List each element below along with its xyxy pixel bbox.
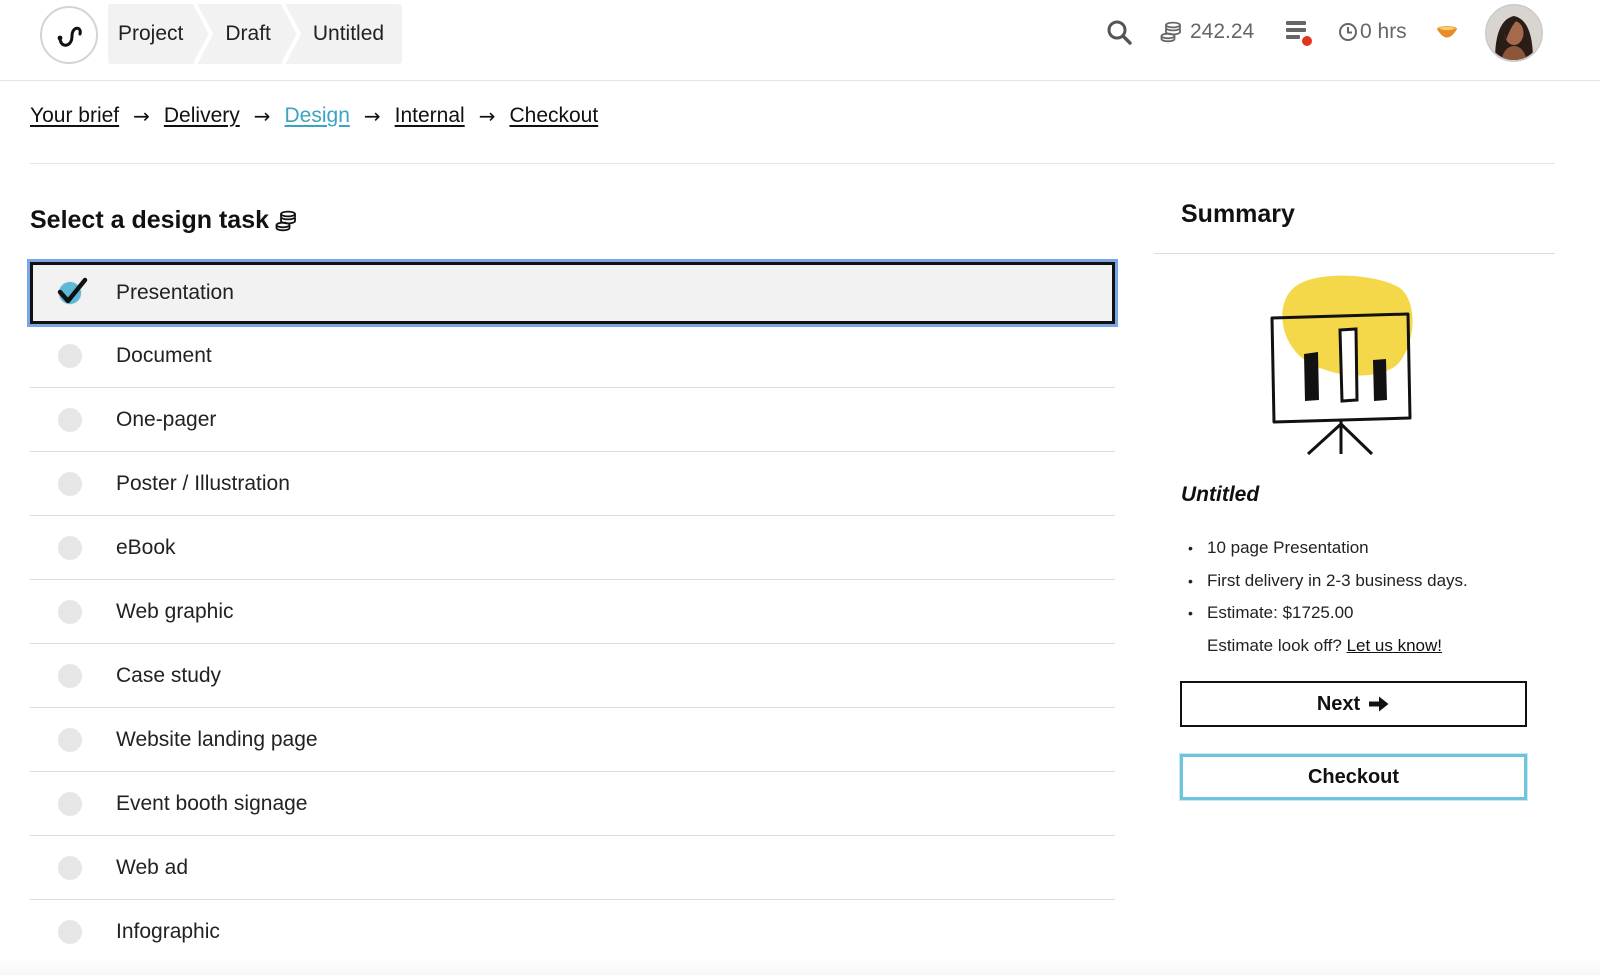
- estimate-feedback-link[interactable]: Let us know!: [1347, 636, 1442, 655]
- step-arrow: →: [253, 104, 271, 128]
- checkout-steps: Your brief → Delivery → Design → Interna…: [30, 104, 598, 128]
- task-queue-button[interactable]: [1284, 0, 1314, 64]
- task-radio[interactable]: [58, 855, 82, 880]
- task-label: eBook: [116, 535, 176, 559]
- coin-stack-icon: [1160, 21, 1181, 43]
- task-radio[interactable]: [58, 471, 82, 496]
- task-option-website-landing-page[interactable]: Website landing page: [30, 708, 1115, 772]
- clock-icon: [1339, 23, 1357, 41]
- task-radio[interactable]: [58, 919, 82, 944]
- breadcrumb-draft[interactable]: Draft: [203, 4, 301, 64]
- rewards-button[interactable]: [1436, 0, 1458, 64]
- breadcrumb-project[interactable]: Project: [108, 4, 214, 64]
- task-label: Web graphic: [116, 599, 234, 623]
- task-option-event-booth-signage[interactable]: Event booth signage: [30, 772, 1115, 836]
- top-header: Project Draft Untitled 242.24 0 hrs: [0, 0, 1600, 81]
- task-option-document[interactable]: Document: [30, 324, 1115, 388]
- task-title-text: Select a design task: [30, 206, 270, 234]
- task-label: Event booth signage: [116, 791, 308, 815]
- breadcrumb-separator: [193, 4, 214, 64]
- checkout-button-label: Checkout: [1307, 765, 1400, 788]
- task-option-case-study[interactable]: Case study: [30, 644, 1115, 708]
- task-label: Web ad: [116, 855, 188, 879]
- breadcrumb-separator: [281, 4, 301, 64]
- task-radio[interactable]: [58, 535, 82, 560]
- task-radio[interactable]: [58, 407, 82, 432]
- hours-value: 0 hrs: [1360, 20, 1407, 43]
- breadcrumb-untitled[interactable]: Untitled: [291, 4, 402, 64]
- summary-title: Summary: [1181, 200, 1295, 228]
- arrow-right-icon: [1369, 696, 1389, 712]
- next-button[interactable]: Next: [1180, 681, 1527, 727]
- notification-dot: [1302, 36, 1312, 46]
- step-delivery[interactable]: Delivery: [164, 104, 240, 128]
- task-label: One-pager: [116, 407, 217, 431]
- task-label: Poster / Illustration: [116, 471, 290, 495]
- task-label: Document: [116, 343, 212, 367]
- summary-bullet: Estimate: $1725.00: [1188, 597, 1468, 630]
- step-design[interactable]: Design: [285, 104, 350, 128]
- task-option-web-graphic[interactable]: Web graphic: [30, 580, 1115, 644]
- task-section-title: Select a design task: [30, 206, 297, 235]
- task-option-infographic[interactable]: Infographic: [30, 900, 1115, 964]
- avatar-photo-icon: [1487, 6, 1541, 60]
- hours-counter[interactable]: 0 hrs: [1338, 0, 1407, 64]
- checkmark-icon: [57, 277, 88, 304]
- coin-stack-icon: [275, 210, 296, 231]
- design-task-list: Presentation Document One-pager Poster /…: [30, 262, 1115, 964]
- next-button-label: Next: [1316, 692, 1361, 715]
- task-queue-icon: [1286, 21, 1312, 46]
- task-option-ebook[interactable]: eBook: [30, 516, 1115, 580]
- summary-bullet: First delivery in 2-3 business days.: [1188, 565, 1468, 598]
- credits-balance[interactable]: 242.24: [1160, 0, 1254, 64]
- step-arrow: →: [363, 104, 381, 128]
- step-arrow: →: [133, 104, 150, 128]
- page-bottom-edge: [0, 958, 1600, 975]
- user-avatar[interactable]: [1485, 4, 1543, 62]
- task-option-presentation[interactable]: Presentation: [30, 262, 1115, 324]
- task-option-one-pager[interactable]: One-pager: [30, 388, 1115, 452]
- bowl-icon: [1437, 26, 1457, 38]
- credits-value: 242.24: [1190, 20, 1255, 43]
- task-radio[interactable]: [58, 727, 82, 752]
- task-option-web-ad[interactable]: Web ad: [30, 836, 1115, 900]
- step-your-brief[interactable]: Your brief: [30, 104, 119, 128]
- task-option-poster-illustration[interactable]: Poster / Illustration: [30, 452, 1115, 516]
- step-checkout[interactable]: Checkout: [509, 104, 598, 128]
- summary-divider: [1154, 253, 1555, 254]
- task-label: Website landing page: [116, 727, 318, 751]
- search-icon: [1107, 20, 1132, 45]
- estimate-note-text: Estimate look off?: [1207, 635, 1342, 655]
- summary-project-name: Untitled: [1181, 483, 1260, 506]
- task-radio[interactable]: [58, 663, 82, 688]
- summary-bullet: 10 page Presentation: [1188, 532, 1468, 565]
- task-label: Presentation: [116, 281, 234, 304]
- task-label: Infographic: [116, 919, 220, 943]
- presentation-illustration: [1270, 275, 1413, 456]
- loop-logo-icon: [57, 26, 82, 47]
- step-internal[interactable]: Internal: [395, 104, 465, 128]
- project-breadcrumb: Project Draft Untitled: [108, 4, 403, 64]
- home-logo-button[interactable]: [40, 6, 98, 64]
- estimate-note: Estimate look off? Let us know!: [1190, 630, 1468, 663]
- task-radio[interactable]: [58, 599, 82, 624]
- task-radio[interactable]: [58, 791, 82, 816]
- search-button[interactable]: [1106, 0, 1132, 64]
- step-arrow: →: [478, 104, 496, 128]
- task-label: Case study: [116, 663, 222, 687]
- breadcrumb-project-label: Project: [118, 22, 184, 45]
- summary-details: 10 page Presentation First delivery in 2…: [1188, 532, 1468, 663]
- steps-divider: [30, 163, 1555, 164]
- breadcrumb-untitled-label: Untitled: [312, 22, 385, 45]
- task-radio[interactable]: [58, 343, 82, 368]
- breadcrumb-draft-label: Draft: [225, 22, 271, 45]
- checkout-button[interactable]: Checkout: [1180, 754, 1527, 800]
